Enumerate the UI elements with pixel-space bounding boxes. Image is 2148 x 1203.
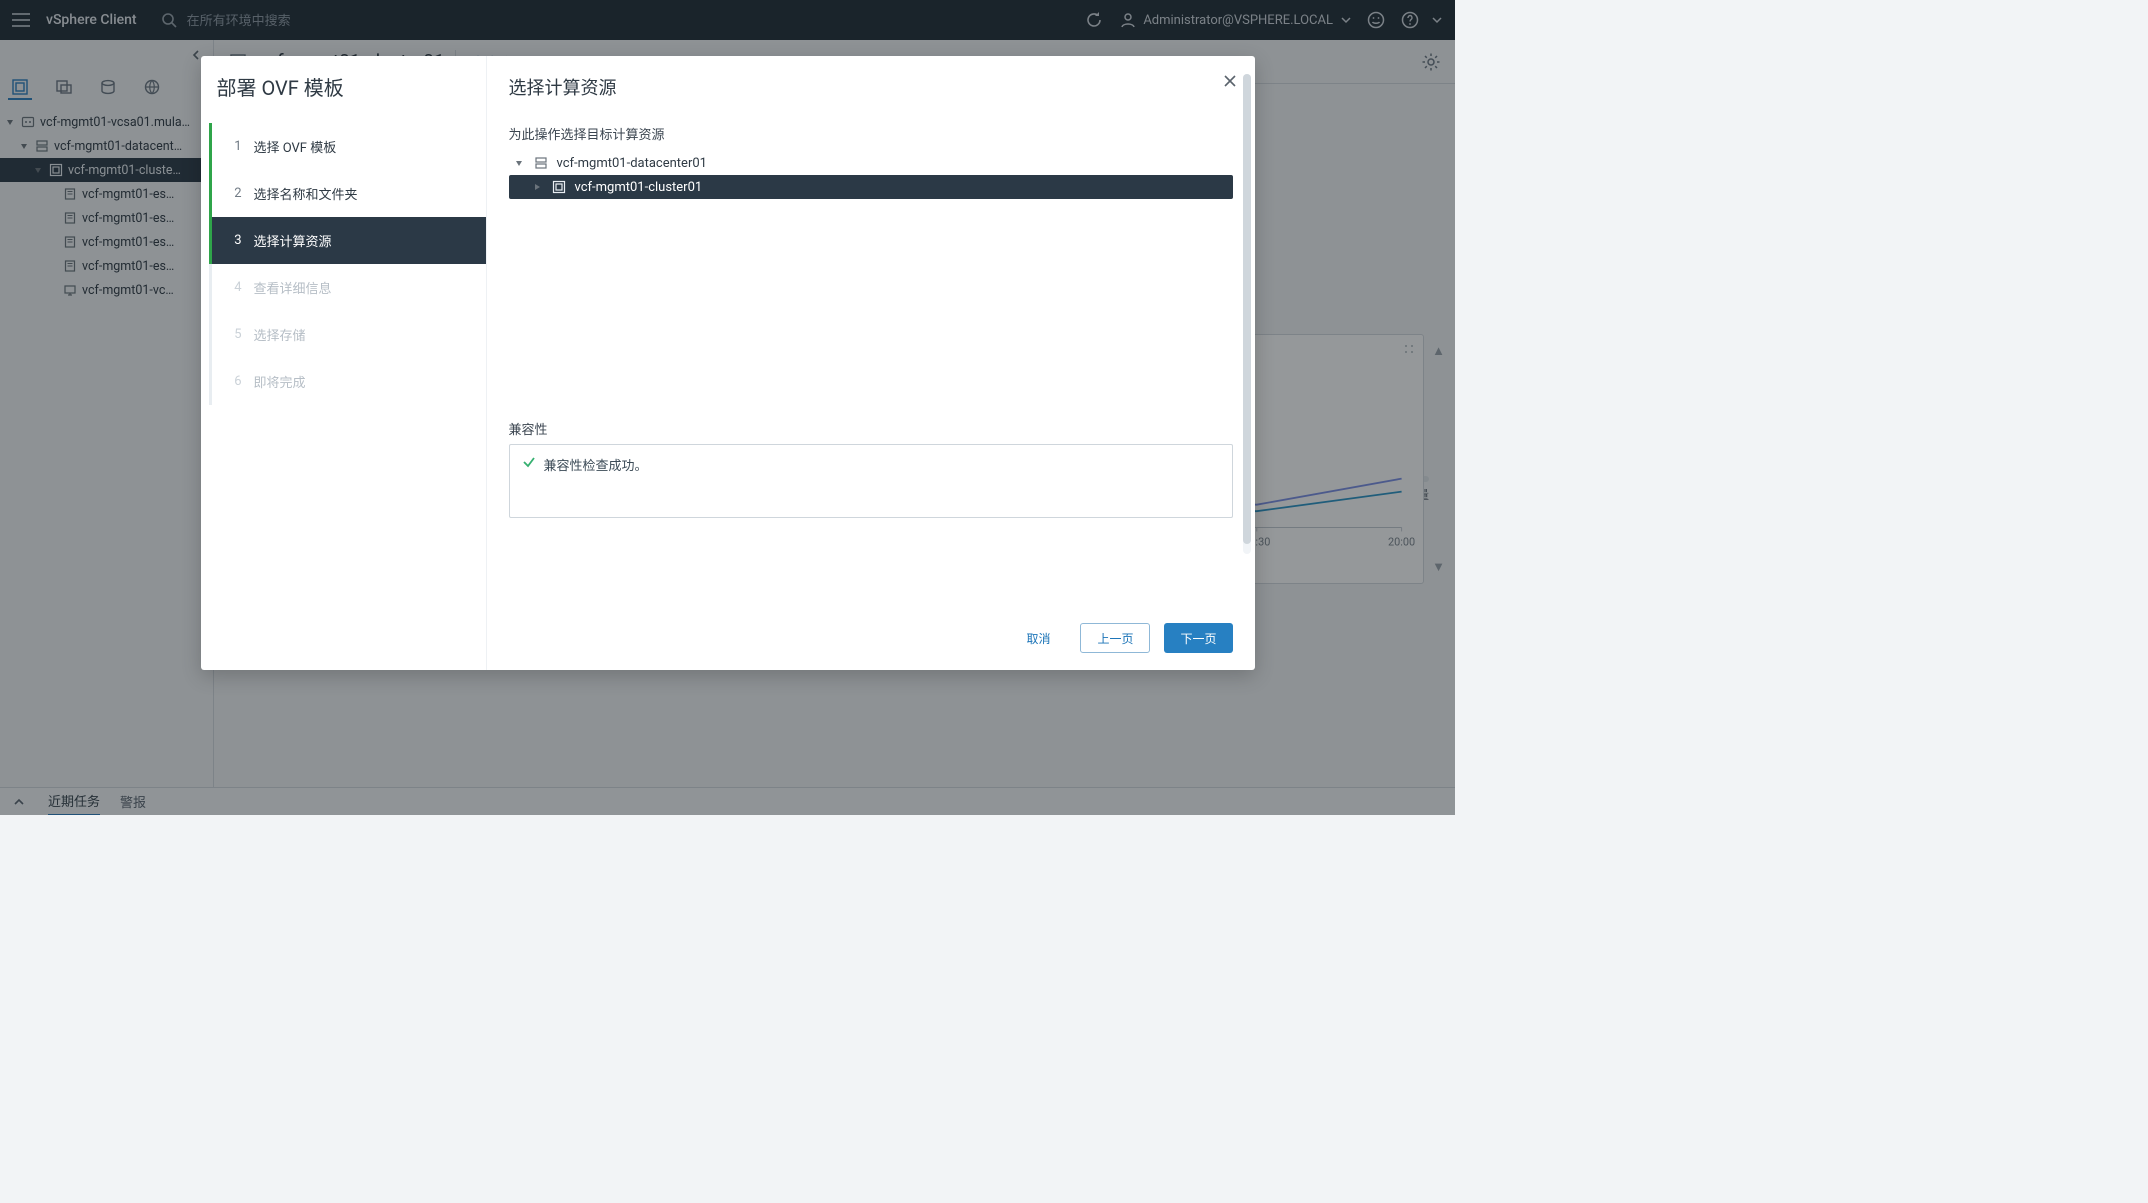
wizard-step: 4 查看详细信息 bbox=[212, 264, 486, 311]
wizard-step: 5 选择存储 bbox=[212, 311, 486, 358]
wizard-step[interactable]: 3 选择计算资源 bbox=[212, 217, 486, 264]
chevron-down-icon[interactable] bbox=[513, 157, 525, 169]
step-subheading: 为此操作选择目标计算资源 bbox=[509, 124, 1233, 143]
cancel-button[interactable]: 取消 bbox=[1010, 623, 1066, 653]
deploy-ovf-dialog: 部署 OVF 模板 1 选择 OVF 模板 2 选择名称和文件夹 3 选择计算资源 4 查看详… bbox=[201, 56, 1255, 670]
step-label: 选择计算资源 bbox=[254, 231, 332, 250]
step-number: 5 bbox=[230, 327, 242, 342]
step-number: 3 bbox=[230, 233, 242, 248]
wizard-step[interactable]: 2 选择名称和文件夹 bbox=[212, 170, 486, 217]
step-label: 查看详细信息 bbox=[254, 278, 332, 297]
app-root: vSphere Client Administrator@VSPHERE.LOC… bbox=[0, 0, 1455, 815]
resource-item-label: vcf-mgmt01-datacenter01 bbox=[557, 156, 707, 171]
modal-overlay: 部署 OVF 模板 1 选择 OVF 模板 2 选择名称和文件夹 3 选择计算资源 4 查看详… bbox=[0, 0, 1455, 815]
wizard-scrollbar[interactable] bbox=[1243, 74, 1251, 554]
step-number: 4 bbox=[230, 280, 242, 295]
wizard-footer: 取消 上一页 下一页 bbox=[487, 606, 1255, 670]
wizard-step: 6 即将完成 bbox=[212, 358, 486, 405]
check-icon bbox=[522, 455, 536, 469]
wizard-content: 选择计算资源 为此操作选择目标计算资源 vcf-mgmt01-datacente… bbox=[487, 56, 1255, 606]
next-button[interactable]: 下一页 bbox=[1164, 623, 1232, 653]
wizard-title: 部署 OVF 模板 bbox=[201, 70, 486, 115]
compatibility-label: 兼容性 bbox=[509, 419, 1233, 438]
compatibility-message: 兼容性检查成功。 bbox=[544, 455, 648, 474]
resource-tree-item[interactable]: vcf-mgmt01-cluster01 bbox=[509, 175, 1233, 199]
resource-item-label: vcf-mgmt01-cluster01 bbox=[575, 180, 703, 195]
resource-tree-item[interactable]: vcf-mgmt01-datacenter01 bbox=[509, 151, 1233, 175]
chevron-right-icon[interactable] bbox=[531, 181, 543, 193]
step-heading: 选择计算资源 bbox=[509, 74, 1233, 100]
wizard-body: 选择计算资源 为此操作选择目标计算资源 vcf-mgmt01-datacente… bbox=[487, 56, 1255, 670]
compute-resource-tree: vcf-mgmt01-datacenter01 vcf-mgmt01-cluste… bbox=[509, 151, 1233, 199]
wizard-steps-nav: 部署 OVF 模板 1 选择 OVF 模板 2 选择名称和文件夹 3 选择计算资源 4 查看详… bbox=[201, 56, 487, 670]
wizard-step[interactable]: 1 选择 OVF 模板 bbox=[212, 123, 486, 170]
step-number: 2 bbox=[230, 186, 242, 201]
step-label: 选择存储 bbox=[254, 325, 306, 344]
step-number: 1 bbox=[230, 139, 242, 154]
step-number: 6 bbox=[230, 374, 242, 389]
step-label: 选择名称和文件夹 bbox=[254, 184, 358, 203]
step-label: 选择 OVF 模板 bbox=[254, 137, 337, 156]
datacenter-icon bbox=[533, 155, 549, 171]
step-label: 即将完成 bbox=[254, 372, 306, 391]
prev-button[interactable]: 上一页 bbox=[1080, 623, 1150, 653]
cluster-icon bbox=[551, 179, 567, 195]
compatibility-box: 兼容性检查成功。 bbox=[509, 444, 1233, 518]
